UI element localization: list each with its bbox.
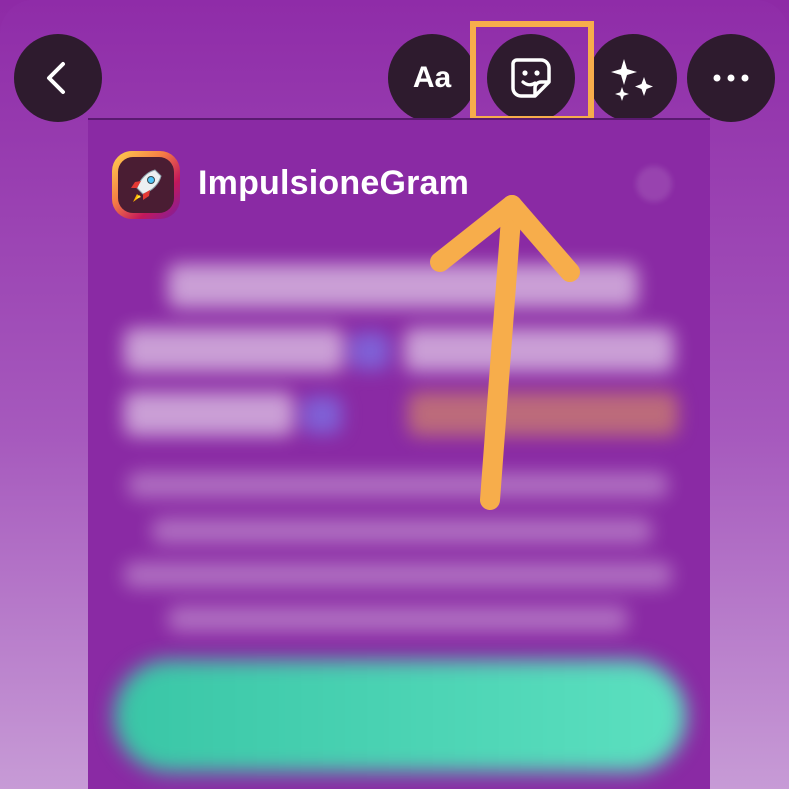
sticker-button[interactable] — [487, 34, 575, 122]
close-icon — [636, 166, 672, 202]
chevron-left-icon — [47, 62, 65, 94]
sparkles-icon — [611, 59, 653, 101]
text-tool-label: Aa — [412, 61, 452, 94]
cta-button[interactable] — [114, 660, 686, 772]
text-tool-button[interactable]: Aa — [388, 34, 476, 122]
effects-button[interactable] — [589, 34, 677, 122]
story-editor: Aa ImpulsioneGram — [0, 0, 789, 789]
app-name: ImpulsioneGram — [198, 164, 470, 202]
rocket-icon — [131, 169, 162, 202]
sticker-icon — [511, 58, 551, 98]
back-button[interactable] — [14, 34, 102, 122]
shared-post-card[interactable]: ImpulsioneGram — [88, 118, 710, 789]
more-options-button[interactable] — [687, 34, 775, 122]
more-horizontal-icon — [713, 74, 749, 82]
app-logo — [112, 151, 180, 219]
